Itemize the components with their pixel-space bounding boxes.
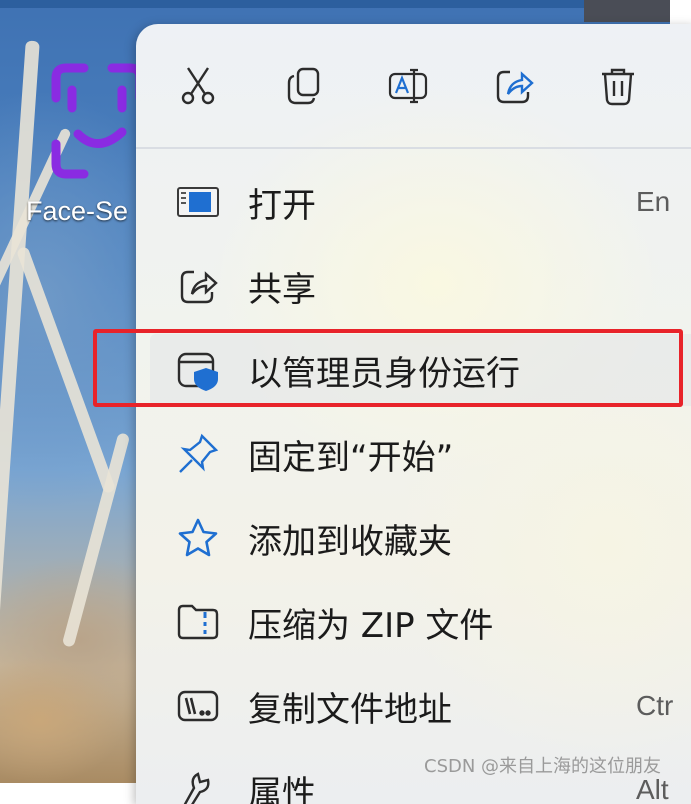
zip-folder-icon <box>176 600 220 644</box>
tree-branch <box>0 40 40 779</box>
window-edge <box>584 0 670 22</box>
trash-icon <box>596 64 640 108</box>
cut-button[interactable] <box>168 58 228 114</box>
menu-item-label: 压缩为 ZIP 文件 <box>248 598 493 647</box>
copy-path-icon <box>176 684 220 728</box>
menu-item-shortcut: Ctr <box>636 690 673 722</box>
menu-item-label: 打开 <box>248 178 316 227</box>
menu-item-label: 复制文件地址 <box>248 682 452 731</box>
share-icon <box>492 64 536 108</box>
menu-item-label: 属性 <box>248 766 316 804</box>
pin-icon <box>176 432 220 476</box>
face-recognition-icon <box>50 62 146 180</box>
annotation-highlight-box <box>93 329 683 407</box>
menu-item-label: 共享 <box>248 262 316 311</box>
share-button[interactable] <box>484 58 544 114</box>
rename-button[interactable] <box>378 58 438 114</box>
share-icon <box>176 264 220 308</box>
copy-button[interactable] <box>274 58 334 114</box>
menu-item-share[interactable]: 共享 <box>150 250 691 322</box>
scissors-icon <box>176 64 220 108</box>
menu-item-pin-to-start[interactable]: 固定到“开始” <box>150 418 691 490</box>
context-menu-toolbar <box>136 24 691 148</box>
menu-item-open[interactable]: 打开 En <box>150 166 691 238</box>
menu-item-compress-zip[interactable]: 压缩为 ZIP 文件 <box>150 586 691 658</box>
menu-item-shortcut: Alt <box>636 774 669 804</box>
toolbar-divider <box>136 147 691 149</box>
star-icon <box>176 516 220 560</box>
menu-item-add-to-favorites[interactable]: 添加到收藏夹 <box>150 502 691 574</box>
properties-icon <box>176 768 220 804</box>
menu-item-label: 添加到收藏夹 <box>248 514 452 563</box>
wallpaper-top-edge <box>0 0 584 8</box>
menu-item-copy-path[interactable]: 复制文件地址 Ctr <box>150 670 691 742</box>
menu-item-shortcut: En <box>636 186 670 218</box>
menu-item-label: 固定到“开始” <box>248 430 453 479</box>
rename-icon <box>386 64 430 108</box>
open-window-icon <box>176 180 220 224</box>
context-menu: 打开 En 共享 以管理员身份运行 固定到“开始” 添加到收藏夹 压缩为 ZIP… <box>136 24 691 804</box>
copy-icon <box>282 64 326 108</box>
delete-button[interactable] <box>588 58 648 114</box>
face-setup-desktop-icon[interactable] <box>50 62 146 180</box>
csdn-watermark: CSDN @来自上海的这位朋友 <box>424 752 661 778</box>
